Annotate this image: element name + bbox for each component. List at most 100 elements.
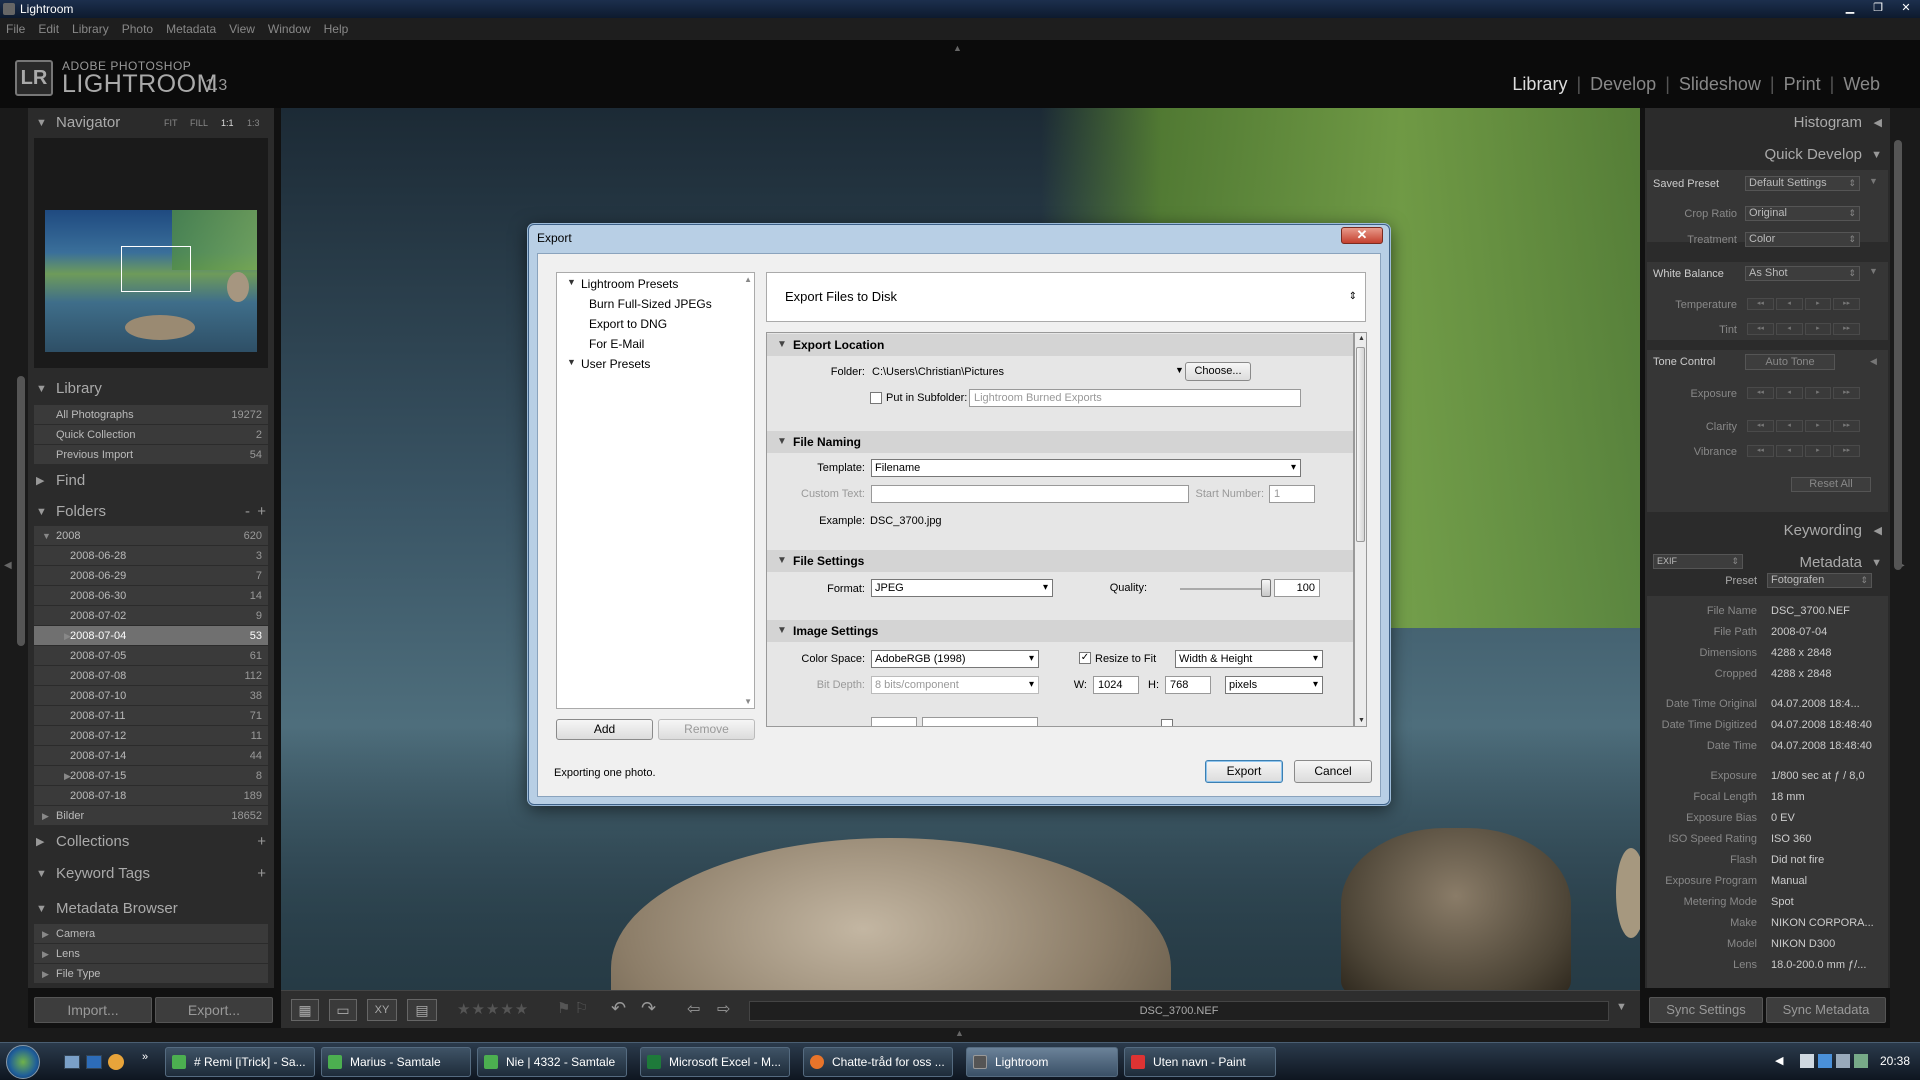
tray-icon[interactable]: [1854, 1054, 1868, 1068]
preset-group-user[interactable]: ▼ User Presets: [567, 357, 650, 371]
export-button[interactable]: Export...: [155, 997, 273, 1023]
scroll-up-icon[interactable]: ▲: [744, 275, 752, 284]
settings-scrollbar[interactable]: ▲ ▼: [1354, 332, 1367, 727]
taskbar-item-active[interactable]: Lightroom: [966, 1047, 1118, 1077]
metadata-browser-item[interactable]: ▶ Lens: [34, 944, 268, 964]
module-print[interactable]: Print: [1784, 74, 1821, 95]
vibrance-stepper[interactable]: ◂◂ ◂ ▸ ▸▸: [1747, 445, 1860, 457]
menu-photo[interactable]: Photo: [122, 22, 153, 36]
menu-window[interactable]: Window: [268, 22, 311, 36]
keyword-tags-header[interactable]: ▼ Keyword Tags +: [28, 859, 274, 889]
preset-group-lightroom[interactable]: ▼ Lightroom Presets: [567, 277, 678, 291]
loupe-view-icon[interactable]: ▭: [329, 999, 357, 1021]
volume-icon[interactable]: [1836, 1054, 1850, 1068]
minimize-button[interactable]: ▁: [1836, 0, 1864, 18]
nav-ratio[interactable]: 1:3: [247, 108, 260, 138]
folder-item[interactable]: 2008-07-05 61: [34, 646, 268, 666]
taskbar-item[interactable]: Uten navn - Paint: [1124, 1047, 1276, 1077]
folder-item[interactable]: 2008-07-12 11: [34, 726, 268, 746]
switch-windows-icon[interactable]: [86, 1055, 102, 1069]
menu-metadata[interactable]: Metadata: [166, 22, 216, 36]
sync-metadata-button[interactable]: Sync Metadata: [1766, 997, 1886, 1023]
white-balance-select[interactable]: As Shot: [1745, 266, 1860, 281]
width-input[interactable]: 1024: [1093, 676, 1139, 694]
format-select[interactable]: JPEG: [871, 579, 1053, 597]
quicklaunch-firefox-icon[interactable]: [108, 1054, 124, 1070]
custom-text-input[interactable]: [871, 485, 1189, 503]
color-space-select[interactable]: AdobeRGB (1998): [871, 650, 1039, 668]
quicklaunch-more-icon[interactable]: »: [142, 1051, 148, 1063]
choose-folder-button[interactable]: Choose...: [1185, 362, 1251, 381]
taskbar-item[interactable]: Marius - Samtale: [321, 1047, 471, 1077]
grid-view-icon[interactable]: ▦: [291, 999, 319, 1021]
quick-develop-header[interactable]: Quick Develop ▼: [1645, 140, 1890, 170]
add-collection-button[interactable]: +: [257, 827, 266, 857]
next-photo-icon[interactable]: ⇨: [717, 999, 730, 1019]
metadata-preset-select[interactable]: Fotografen: [1767, 573, 1872, 588]
add-folder-button[interactable]: +: [257, 497, 266, 527]
cut-off-field[interactable]: [871, 717, 917, 726]
treatment-select[interactable]: Color: [1745, 232, 1860, 247]
library-item[interactable]: Previous Import 54: [34, 445, 268, 465]
metadata-browser-header[interactable]: ▼ Metadata Browser: [28, 894, 274, 924]
height-input[interactable]: 768: [1165, 676, 1211, 694]
crop-ratio-select[interactable]: Original: [1745, 206, 1860, 221]
collapse-left-icon[interactable]: ◀: [4, 560, 12, 571]
preset-item[interactable]: Burn Full-Sized JPEGs: [589, 297, 712, 311]
folder-item[interactable]: 2008-06-28 3: [34, 546, 268, 566]
folder-item[interactable]: 2008-07-14 44: [34, 746, 268, 766]
export-confirm-button[interactable]: Export: [1205, 760, 1283, 783]
start-number-input[interactable]: 1: [1269, 485, 1315, 503]
clock[interactable]: 20:38: [1880, 1054, 1910, 1068]
folder-item-selected[interactable]: ▶ 2008-07-04 53: [34, 626, 268, 646]
compare-view-icon[interactable]: XY: [367, 999, 397, 1021]
preset-item[interactable]: Export to DNG: [589, 317, 667, 331]
filmstrip-toggle[interactable]: ▲: [0, 1028, 1920, 1042]
dialog-close-icon[interactable]: ✕: [1341, 227, 1383, 244]
rotate-left-icon[interactable]: ↶: [611, 998, 626, 1019]
module-slideshow[interactable]: Slideshow: [1679, 74, 1761, 95]
folder-item[interactable]: ▶ 2008-07-15 8: [34, 766, 268, 786]
image-settings-header[interactable]: ▼ Image Settings: [767, 620, 1353, 642]
show-desktop-icon[interactable]: [64, 1055, 80, 1069]
rotate-right-icon[interactable]: ↷: [641, 998, 656, 1019]
module-develop[interactable]: Develop: [1590, 74, 1656, 95]
histogram-header[interactable]: Histogram ◀: [1645, 108, 1890, 138]
folder-item[interactable]: 2008-07-08 112: [34, 666, 268, 686]
navigator-thumbnail[interactable]: [45, 210, 257, 352]
clarity-stepper[interactable]: ◂◂ ◂ ▸ ▸▸: [1747, 420, 1860, 432]
library-item[interactable]: All Photographs 19272: [34, 405, 268, 425]
collapse-top-icon[interactable]: ▲: [953, 43, 962, 53]
module-web[interactable]: Web: [1843, 74, 1880, 95]
module-library[interactable]: Library: [1512, 74, 1567, 95]
export-location-header[interactable]: ▼ Export Location: [767, 334, 1353, 356]
taskbar-item[interactable]: # Remi [iTrick] - Sa...: [165, 1047, 315, 1077]
add-preset-button[interactable]: Add: [556, 719, 653, 740]
subfolder-input[interactable]: Lightroom Burned Exports: [969, 389, 1301, 407]
template-select[interactable]: Filename: [871, 459, 1301, 477]
folder-dropdown-icon[interactable]: ▼: [1175, 365, 1184, 375]
close-window-button[interactable]: ✕: [1892, 0, 1920, 18]
saved-preset-select[interactable]: Default Settings: [1745, 176, 1860, 191]
subfolder-checkbox[interactable]: [870, 392, 882, 404]
folder-item[interactable]: 2008-07-11 71: [34, 706, 268, 726]
resize-mode-select[interactable]: Width & Height: [1175, 650, 1323, 668]
navigator-header[interactable]: ▼ Navigator FIT FILL 1:1 1:3: [28, 108, 274, 138]
menu-library[interactable]: Library: [72, 22, 109, 36]
metadata-browser-item[interactable]: ▶ Camera: [34, 924, 268, 944]
preset-item[interactable]: For E-Mail: [589, 337, 644, 351]
folder-item[interactable]: 2008-06-29 7: [34, 566, 268, 586]
collections-header[interactable]: ▶ Collections +: [28, 827, 274, 857]
menu-help[interactable]: Help: [324, 22, 349, 36]
folders-header[interactable]: ▼ Folders - +: [28, 497, 274, 527]
taskbar-item[interactable]: Nie | 4332 - Samtale: [477, 1047, 627, 1077]
menu-view[interactable]: View: [229, 22, 255, 36]
taskbar-item[interactable]: Microsoft Excel - M...: [640, 1047, 790, 1077]
keywording-header[interactable]: Keywording ◀: [1645, 516, 1890, 546]
cancel-button[interactable]: Cancel: [1294, 760, 1372, 783]
quality-slider-track[interactable]: [1180, 588, 1266, 590]
folder-item[interactable]: 2008-06-30 14: [34, 586, 268, 606]
tray-expand-icon[interactable]: ◀: [1775, 1054, 1783, 1067]
remove-folder-button[interactable]: -: [245, 497, 250, 527]
metadata-set-select[interactable]: EXIF: [1653, 554, 1743, 569]
